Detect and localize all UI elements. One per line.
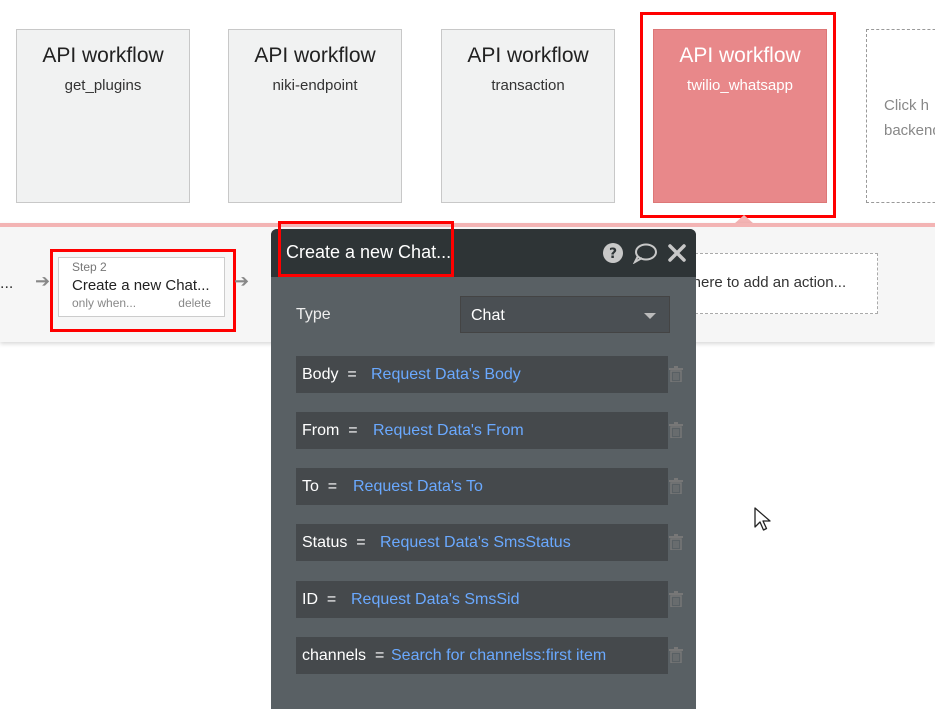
workflow-card-title: API workflow <box>467 44 589 67</box>
step-delete-link[interactable]: delete <box>178 296 211 310</box>
mouse-cursor-icon <box>754 507 772 538</box>
field-expression[interactable]: Request Data's Body <box>371 366 521 384</box>
workflow-card-name: twilio_whatsapp <box>687 77 793 94</box>
field-key: To = <box>302 478 338 495</box>
step-label: Step 2 <box>72 260 107 274</box>
field-key: Status = <box>302 534 366 551</box>
workflow-card-name: niki-endpoint <box>272 77 358 94</box>
panel-header-icons: ? <box>602 242 688 265</box>
add-workflow-text: Click h <box>884 97 930 114</box>
field-expression[interactable]: Request Data's SmsStatus <box>380 534 571 552</box>
workflow-card-name: transaction <box>491 77 565 94</box>
field-expression[interactable]: Search for channelss:first item <box>391 647 606 665</box>
workflow-card-title: API workflow <box>254 44 376 67</box>
field-status[interactable]: Status = Request Data's SmsStatus <box>296 524 668 561</box>
type-dropdown-value: Chat <box>471 307 505 324</box>
add-action-text: k here to add an action... <box>681 274 847 291</box>
step-title: Create a new Chat... <box>72 277 210 294</box>
workflow-card-name: get_plugins <box>64 77 142 94</box>
trash-icon[interactable] <box>669 422 683 439</box>
arrow-right-icon: ➔ <box>35 271 51 291</box>
field-body[interactable]: Body = Request Data's Body <box>296 356 668 393</box>
arrow-right-icon: ➔ <box>234 271 250 291</box>
panel-header: Create a new Chat... ? <box>271 229 696 277</box>
type-label: Type <box>296 306 331 323</box>
add-action-button[interactable]: k here to add an action... <box>680 253 878 314</box>
workflow-card-niki-endpoint[interactable]: API workflow niki-endpoint <box>228 29 402 203</box>
workflow-card-title: API workflow <box>679 44 801 67</box>
add-workflow-text-2: backend <box>884 122 935 139</box>
trash-icon[interactable] <box>669 591 683 608</box>
panel-title: Create a new Chat... <box>286 242 452 262</box>
field-expression[interactable]: Request Data's To <box>353 478 483 496</box>
svg-text:?: ? <box>609 246 617 262</box>
field-expression[interactable]: Request Data's From <box>373 422 524 440</box>
field-key: channels = <box>302 647 385 664</box>
action-property-editor: Create a new Chat... ? Type Chat Body = … <box>271 229 696 709</box>
field-from[interactable]: From = Request Data's From <box>296 412 668 449</box>
help-icon[interactable]: ? <box>602 242 624 264</box>
trash-icon[interactable] <box>669 366 683 383</box>
field-expression[interactable]: Request Data's SmsSid <box>351 591 519 609</box>
type-dropdown[interactable]: Chat <box>460 296 670 333</box>
trash-icon[interactable] <box>669 647 683 664</box>
field-id[interactable]: ID = Request Data's SmsSid <box>296 581 668 618</box>
trash-icon[interactable] <box>669 534 683 551</box>
workflow-card-title: API workflow <box>42 44 164 67</box>
field-to[interactable]: To = Request Data's To <box>296 468 668 505</box>
chevron-down-icon <box>644 313 656 319</box>
close-icon[interactable] <box>666 242 688 264</box>
workflow-card-get-plugins[interactable]: API workflow get_plugins <box>16 29 190 203</box>
field-key: Body = <box>302 366 357 383</box>
step-2-card[interactable]: Step 2 Create a new Chat... only when...… <box>58 257 225 317</box>
comment-icon[interactable] <box>632 242 658 265</box>
workflow-card-transaction[interactable]: API workflow transaction <box>441 29 615 203</box>
trash-icon[interactable] <box>669 478 683 495</box>
field-key: ID = <box>302 591 337 608</box>
previous-step-ellipsis: ... <box>0 275 14 292</box>
field-key: From = <box>302 422 358 439</box>
field-channels[interactable]: channels = Search for channelss:first it… <box>296 637 668 674</box>
workflow-card-twilio-whatsapp[interactable]: API workflow twilio_whatsapp <box>653 29 827 203</box>
add-workflow-button[interactable]: Click h backend <box>866 29 935 203</box>
